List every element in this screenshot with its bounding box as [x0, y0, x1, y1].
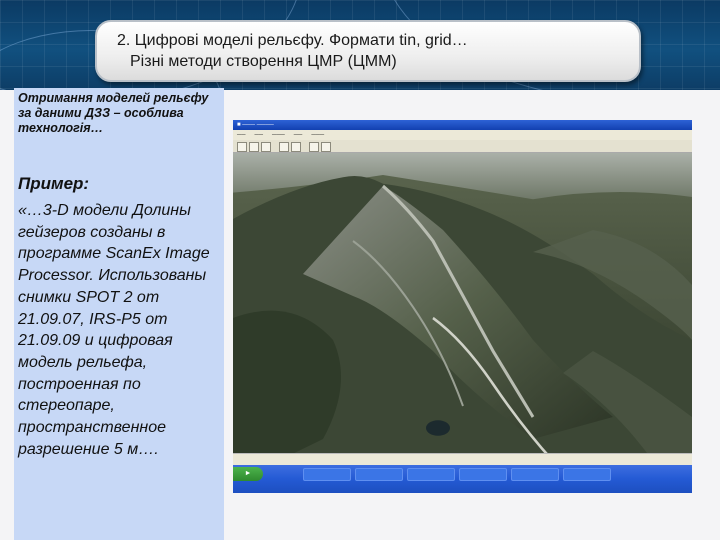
intro-text: Отримання моделей рельєфу за даними ДЗЗ …: [18, 91, 209, 135]
taskbar-item: [459, 468, 507, 481]
example-heading: Пример:: [18, 174, 90, 193]
taskbar-item: [303, 468, 351, 481]
toolbar-button-icon: [309, 142, 319, 152]
toolbar-button-icon: [249, 142, 259, 152]
toolbar-button-icon: [291, 142, 301, 152]
slide-title: 2. Цифрові моделі рельєфу. Формати tin, …: [95, 20, 641, 82]
window-menubar: ── ── ─── ── ───: [233, 130, 692, 140]
os-taskbar: ►: [233, 465, 692, 493]
start-button-icon: ►: [233, 467, 263, 481]
window-toolbar: [233, 140, 692, 153]
toolbar-button-icon: [261, 142, 271, 152]
title-line-2: Різні методи створення ЦМР (ЦММ): [130, 53, 397, 70]
title-line-1: 2. Цифрові моделі рельєфу. Формати tin, …: [117, 32, 468, 49]
example-text: «…3-D модели Долины гейзеров созданы в п…: [18, 202, 210, 458]
terrain-screenshot: ■ ─── ──── ── ── ─── ── ─── ►: [233, 120, 692, 493]
toolbar-button-icon: [279, 142, 289, 152]
taskbar-item: [563, 468, 611, 481]
taskbar-item: [407, 468, 455, 481]
text-panel: Отримання моделей рельєфу за даними ДЗЗ …: [14, 88, 224, 540]
window-titlebar: ■ ─── ────: [233, 120, 692, 130]
toolbar-button-icon: [237, 142, 247, 152]
taskbar-item: [355, 468, 403, 481]
toolbar-button-icon: [321, 142, 331, 152]
terrain-3d-view: [233, 153, 692, 483]
taskbar-item: [511, 468, 559, 481]
